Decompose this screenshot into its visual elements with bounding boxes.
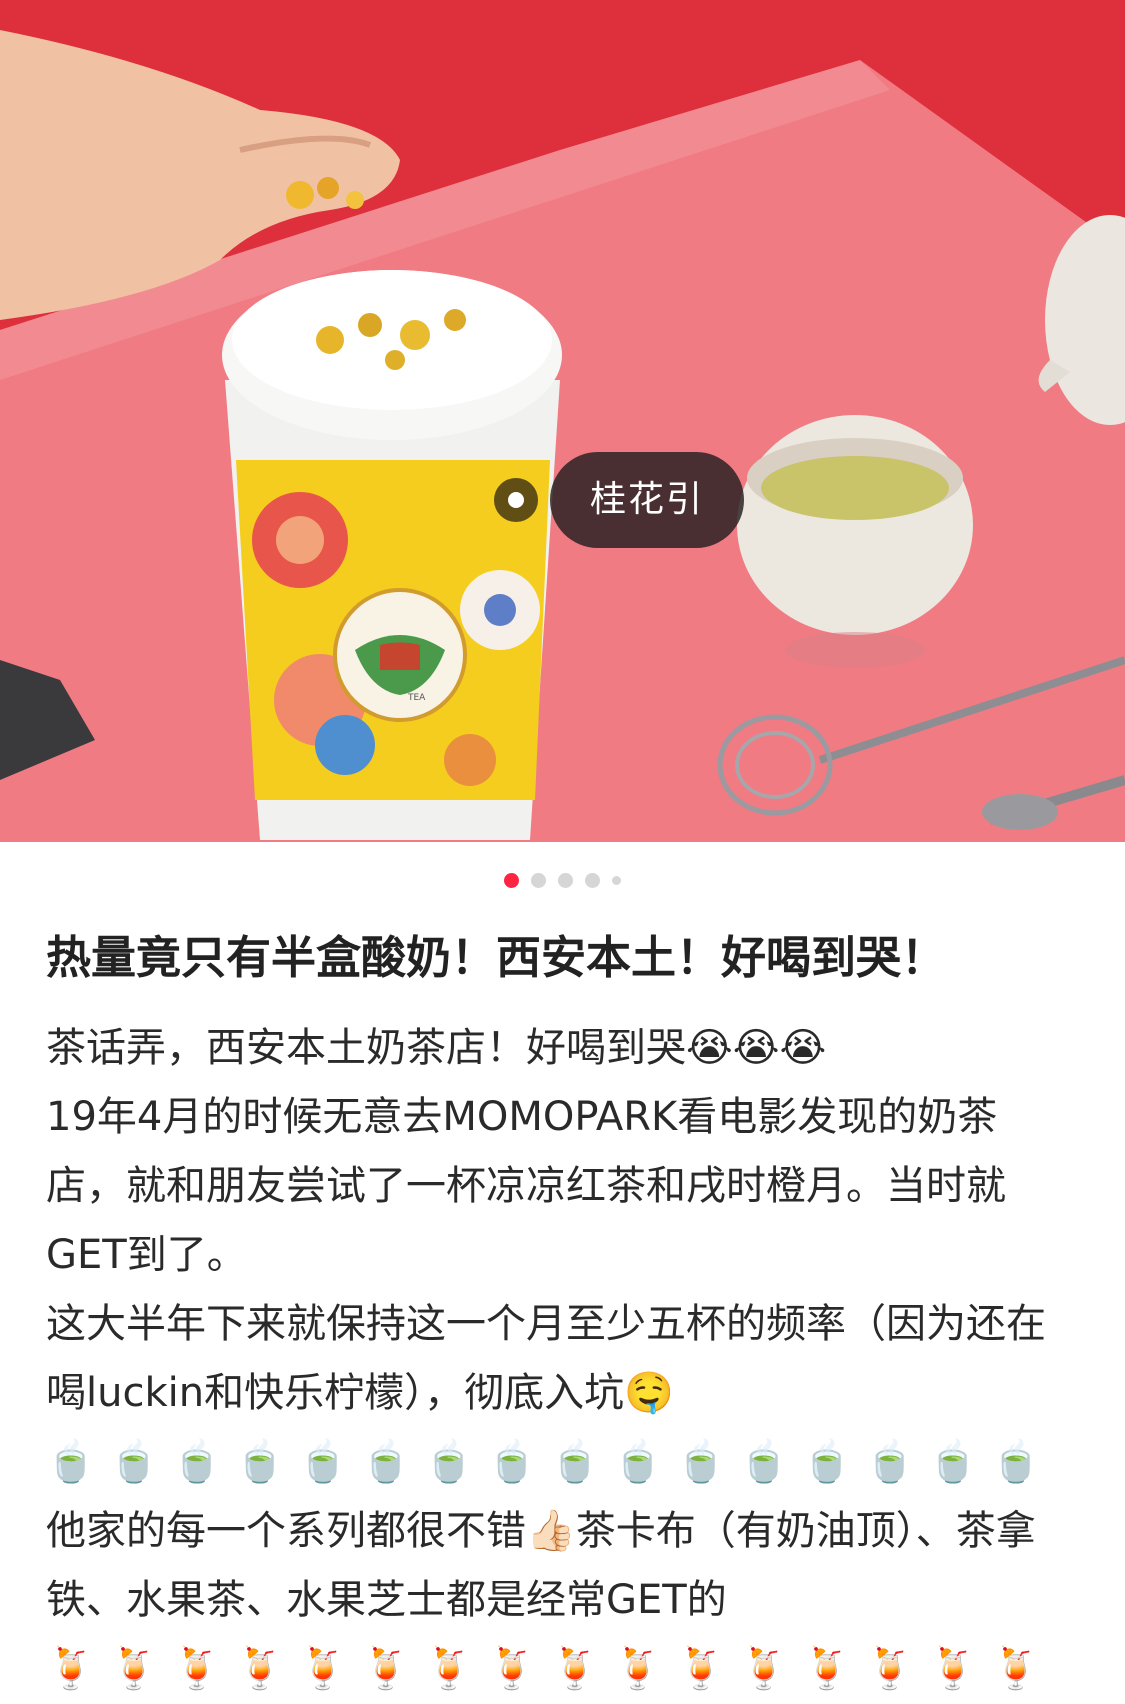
product-photo: TEA <box>0 0 1125 842</box>
drink-emoji: 🍹 <box>865 1646 919 1692</box>
drink-emoji: 🍹 <box>739 1646 793 1692</box>
drink-emoji: 🍹 <box>550 1646 604 1692</box>
drink-emoji: 🍹 <box>487 1646 541 1692</box>
tea-emoji: 🍵 <box>424 1439 478 1485</box>
post-title: 热量竟只有半盒酸奶！西安本土！好喝到哭！ <box>46 931 947 984</box>
pager-dot[interactable] <box>558 872 573 888</box>
drink-emoji: 🍹 <box>298 1646 352 1692</box>
tea-emoji: 🍵 <box>46 1439 100 1485</box>
drink-emoji: 🍹 <box>928 1646 982 1692</box>
drink-emoji: 🍹 <box>235 1646 289 1692</box>
pager-dot[interactable] <box>585 872 600 888</box>
post-paragraph: 19年4月的时候无意去MOMOPARK看电影发现的奶茶店，就和朋友尝试了一杯凉凉… <box>46 1094 1006 1278</box>
tea-emoji: 🍵 <box>298 1439 352 1485</box>
drink-emoji: 🍹 <box>613 1646 667 1692</box>
post-paragraph: 他家的每一个系列都很不错👍🏻茶卡布（有奶油顶）、茶拿铁、水果茶、水果芝士都是经常… <box>46 1508 1036 1623</box>
pager-dot[interactable] <box>531 872 546 888</box>
tea-emoji: 🍵 <box>172 1439 226 1485</box>
product-tag[interactable]: 桂花引 <box>494 452 745 548</box>
tea-emoji: 🍵 <box>550 1439 604 1485</box>
tea-emoji: 🍵 <box>613 1439 667 1485</box>
tea-emoji: 🍵 <box>487 1439 541 1485</box>
tea-emoji: 🍵 <box>802 1439 856 1485</box>
post-body: 茶话弄，西安本土奶茶店！好喝到哭😭😭😭 19年4月的时候无意去MOMOPARK看… <box>46 1014 1076 1704</box>
drink-emoji: 🍹 <box>46 1646 100 1692</box>
tea-emoji: 🍵 <box>739 1439 793 1485</box>
drink-emoji: 🍹 <box>424 1646 478 1692</box>
drink-emoji-row: 🍹 🍹 🍹 🍹 🍹 🍹 🍹 🍹 🍹 🍹 🍹 🍹 🍹 🍹 🍹 🍹 <box>46 1635 1076 1704</box>
tea-emoji: 🍵 <box>235 1439 289 1485</box>
drink-emoji: 🍹 <box>676 1646 730 1692</box>
drink-emoji: 🍹 <box>361 1646 415 1692</box>
pager-dot-active[interactable] <box>504 872 519 888</box>
tea-emoji: 🍵 <box>109 1439 163 1485</box>
tea-emoji-row: 🍵 🍵 🍵 🍵 🍵 🍵 🍵 🍵 🍵 🍵 🍵 🍵 🍵 🍵 🍵 🍵 <box>46 1428 1076 1497</box>
post-paragraph: 这大半年下来就保持这一个月至少五杯的频率（因为还在喝luckin和快乐柠檬），彻… <box>46 1301 1046 1416</box>
tea-emoji: 🍵 <box>991 1439 1045 1485</box>
tag-dot-icon <box>494 478 538 522</box>
tea-emoji: 🍵 <box>928 1439 982 1485</box>
drink-emoji: 🍹 <box>991 1646 1045 1692</box>
tea-emoji: 🍵 <box>865 1439 919 1485</box>
drink-emoji: 🍹 <box>802 1646 856 1692</box>
product-tag-label[interactable]: 桂花引 <box>550 452 745 548</box>
drink-emoji: 🍹 <box>109 1646 163 1692</box>
tea-emoji: 🍵 <box>361 1439 415 1485</box>
post-image-carousel[interactable]: TEA 桂花引 <box>0 0 1125 842</box>
drink-emoji: 🍹 <box>172 1646 226 1692</box>
cup-logo-text: TEA <box>407 693 426 703</box>
post-paragraph: 茶话弄，西安本土奶茶店！好喝到哭😭😭😭 <box>46 1025 827 1071</box>
carousel-pager <box>0 872 1125 888</box>
tea-emoji: 🍵 <box>676 1439 730 1485</box>
pager-dot[interactable] <box>612 875 621 885</box>
